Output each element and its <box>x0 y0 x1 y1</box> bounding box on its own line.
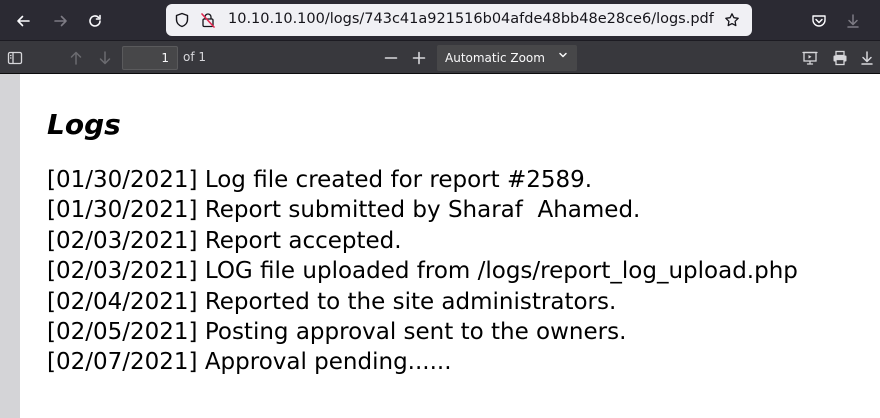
url-bar[interactable]: 10.10.10.100/logs/743c41a921516b04afde48… <box>166 4 752 36</box>
log-entry: [02/04/2021] Reported to the site admini… <box>47 288 617 315</box>
arrow-right-icon <box>54 15 67 27</box>
forward-button[interactable] <box>48 8 74 34</box>
log-entry: [01/30/2021] Report submitted by Sharaf … <box>47 197 641 224</box>
arrow-left-icon <box>17 15 30 27</box>
star-icon[interactable] <box>724 12 740 28</box>
chevron-down-icon <box>557 49 569 64</box>
zoom-out-button[interactable] <box>380 47 402 69</box>
pdf-viewer-container[interactable]: Logs [01/30/2021] Log file created for r… <box>0 74 880 418</box>
print-icon <box>833 50 847 66</box>
pocket-button[interactable] <box>806 8 832 34</box>
plus-icon <box>412 51 426 65</box>
sidebar-toggle-icon <box>7 51 23 65</box>
pdf-page: Logs [01/30/2021] Log file created for r… <box>20 74 880 418</box>
url-text[interactable]: 10.10.10.100/logs/743c41a921516b04afde48… <box>228 11 714 27</box>
downloads-button[interactable] <box>840 8 866 34</box>
zoom-in-button[interactable] <box>408 47 430 69</box>
log-entry: [02/05/2021] Posting approval sent to th… <box>47 319 627 346</box>
next-page-button[interactable] <box>94 47 116 69</box>
print-button[interactable] <box>829 47 851 69</box>
log-entries: [01/30/2021] Log file created for report… <box>47 165 798 378</box>
pdf-toolbar: 1 of 1 Automatic Zoom <box>0 40 880 74</box>
pocket-icon <box>812 15 826 27</box>
reload-icon <box>89 14 101 27</box>
arrow-down-icon <box>99 51 111 65</box>
zoom-select[interactable]: Automatic Zoom <box>437 45 577 71</box>
sidebar-toggle-button[interactable] <box>4 47 26 69</box>
previous-page-button[interactable] <box>65 47 87 69</box>
arrow-up-icon <box>70 51 82 65</box>
log-entry: [02/03/2021] Report accepted. <box>47 227 402 254</box>
log-entry: [02/07/2021] Approval pending...... <box>47 349 452 376</box>
presentation-mode-button[interactable] <box>799 47 821 69</box>
back-button[interactable] <box>10 8 36 34</box>
log-entry: [01/30/2021] Log file created for report… <box>47 167 593 193</box>
page-number-input[interactable]: 1 <box>122 46 178 70</box>
download-icon <box>847 14 859 28</box>
save-button[interactable] <box>856 47 878 69</box>
zoom-select-label: Automatic Zoom <box>445 51 545 65</box>
presentation-icon <box>802 51 818 65</box>
browser-navbar: 10.10.10.100/logs/743c41a921516b04afde48… <box>0 0 880 40</box>
insecure-lock-icon[interactable] <box>200 12 216 28</box>
page-count-label: of 1 <box>183 50 207 64</box>
shield-icon[interactable] <box>174 12 190 28</box>
reload-button[interactable] <box>82 8 108 34</box>
minus-icon <box>384 57 398 59</box>
log-entry: [02/03/2021] LOG file uploaded from /log… <box>47 258 798 285</box>
document-title: Logs <box>47 108 121 141</box>
download-icon <box>861 51 873 65</box>
